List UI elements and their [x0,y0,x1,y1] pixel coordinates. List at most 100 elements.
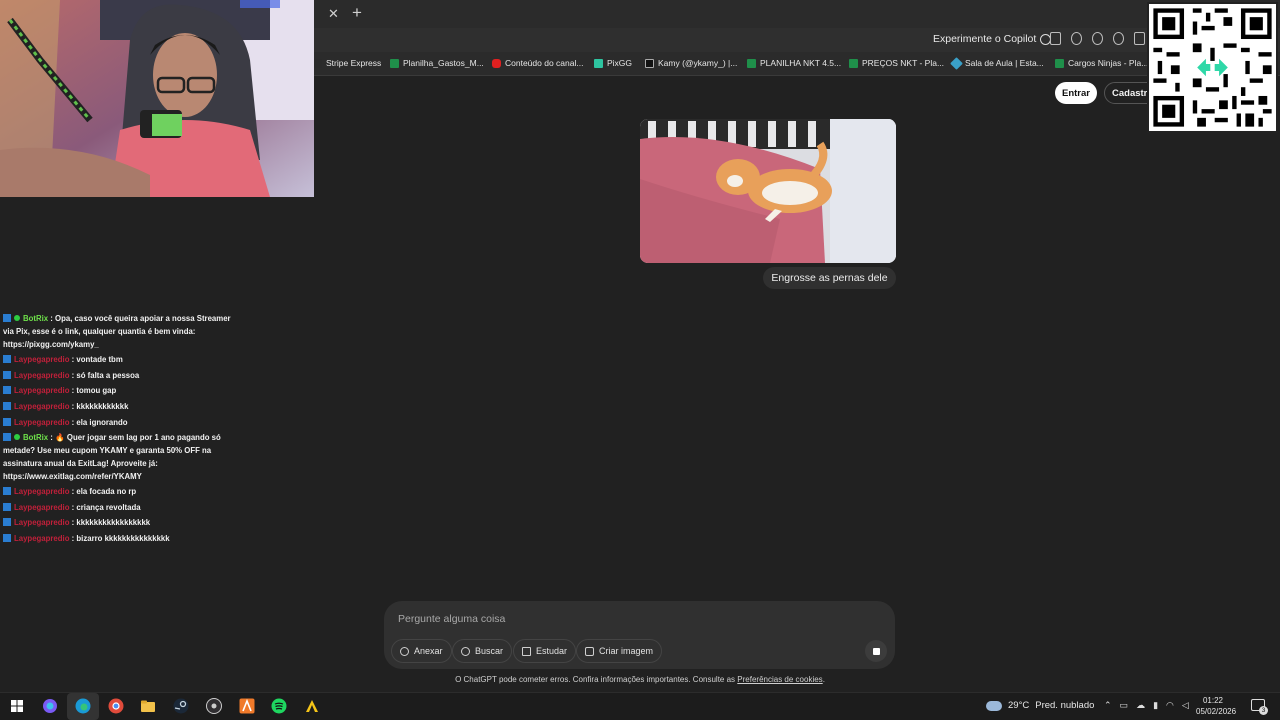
bot-icon [14,434,20,441]
user-message-bubble: Engrosse as pernas dele [763,267,896,289]
bookmark-planilha-gastos[interactable]: Planilha_Gastos_M... [390,58,484,68]
toolbar-icons [1050,32,1145,45]
app-yellow-icon[interactable] [303,697,321,715]
favorite-star-icon[interactable] [1092,32,1103,45]
copilot-label: Experimente o Copilot [933,33,1037,45]
sheets-icon [849,58,858,68]
estacio-icon [950,56,963,70]
image-icon [585,646,594,656]
search-button[interactable]: Buscar [452,639,513,663]
copilot-app-icon[interactable] [41,697,59,715]
windows-start-icon[interactable] [8,697,26,715]
clock-time: 01:22 [1202,696,1224,705]
badge-icon [3,401,11,410]
spotify-icon[interactable] [270,697,288,715]
chat-message: BotRix : Opa, caso você queira apoiar a … [3,314,231,349]
badge-icon [3,386,11,395]
cloud-sync-icon[interactable]: ☁ [1136,700,1145,711]
weather-description: Pred. nublado [1035,700,1095,711]
chat-message: Laypegapredio : kkkkkkkkkkkkkkkkk [3,517,243,530]
globe-icon [461,646,470,656]
edge-browser-icon[interactable] [74,697,92,715]
cookie-preferences-link[interactable]: Preferências de cookies [737,675,822,684]
attach-button[interactable]: Anexar [391,639,452,663]
book-icon [522,646,531,656]
badge-icon [3,487,11,496]
stream-chat: BotRix : Opa, caso você queira apoiar a … [3,313,243,549]
stripe-icon [313,58,322,68]
chat-message: Laypegapredio : vontade tbm [3,354,243,367]
chevron-up-icon[interactable]: ⌃ [1104,700,1112,711]
badge-icon [3,433,11,442]
weather-widget[interactable]: 29°C Pred. nublado [986,700,1094,711]
cloud-icon [986,700,1002,711]
extensions-icon[interactable] [1134,32,1145,45]
tiktok-icon [645,58,654,68]
sheets-icon [390,58,399,68]
pixgg-icon [594,58,603,68]
bookmark-planilha-nkt[interactable]: PLANILHA NKT 4.5... [747,58,841,68]
chat-message: Laypegapredio : só falta a pessoa [3,370,243,383]
bookmark-pixgg[interactable]: PixGG [594,58,632,68]
stop-button[interactable] [865,640,887,662]
new-tab-button[interactable]: + [352,3,362,23]
copilot-button[interactable]: Experimente o Copilot [933,33,1052,45]
file-explorer-icon[interactable] [139,697,157,715]
read-aloud-icon[interactable] [1071,32,1082,45]
badge-icon [3,314,11,322]
chat-message: Laypegapredio : kkkkkkkkkkkk [3,401,243,414]
prompt-composer[interactable]: Pergunte alguma coisa Anexar Buscar Estu… [384,601,895,669]
sheets-icon [1055,58,1064,68]
bookmark-cargos-ninjas[interactable]: Cargos Ninjas - Pla... [1055,58,1148,68]
bookmark-stripe[interactable]: Stripe Express [313,58,381,68]
chat-message: Laypegapredio : tomou gap [3,385,243,398]
badge-icon [3,417,11,426]
study-button[interactable]: Estudar [513,639,577,663]
refresh-icon[interactable] [1113,32,1124,45]
tab-close-icon[interactable]: ✕ [328,6,339,22]
badge-icon [3,533,11,542]
bookmark-sala-aula[interactable]: Sala de Aula | Esta... [950,56,1044,70]
create-image-button[interactable]: Criar imagem [576,639,663,663]
chat-message: Laypegapredio : ela ignorando [3,417,243,430]
prompt-input[interactable]: Pergunte alguma coisa [398,613,505,625]
system-clock[interactable]: 01:22 05/02/2026 [1196,695,1237,717]
wifi-icon[interactable]: ◠ [1166,700,1174,711]
stop-icon [872,647,880,655]
screen: ✕ + Experimente o Copilot Stripe Express… [0,0,1280,720]
cat-photo [640,119,896,263]
login-button[interactable]: Entrar [1055,82,1097,104]
obs-icon[interactable] [205,697,223,715]
chat-message: BotRix : 🔥 Quer jogar sem lag por 1 ano … [3,433,221,481]
system-tray: ⌃ ▭ ☁ ▮ ◠ ◁ [1104,700,1189,711]
chrome-icon[interactable] [107,697,125,715]
page-icon[interactable] [1050,32,1061,45]
webcam-feed [0,0,314,197]
badge-icon [3,370,11,379]
bookmark-tiktok[interactable]: Kamy (@ykamy_) |... [645,58,737,68]
uploaded-cat-image[interactable] [640,119,896,263]
badge-icon [3,502,11,511]
chat-message: Laypegapredio : criança revoltada [3,502,243,515]
disclaimer: O ChatGPT pode cometer erros. Confira in… [455,675,825,684]
volume-icon[interactable]: ◁ [1182,700,1189,711]
steam-icon[interactable] [172,697,190,715]
bookmark-youtube[interactable]: Conteúdo do canal... [492,58,583,68]
qr-code-graphic [1149,4,1276,131]
webcam-overlay [0,0,314,197]
microphone-icon[interactable]: ▮ [1153,700,1158,711]
badge-icon [3,355,11,364]
bookmark-precos-nkt[interactable]: PREÇOS NKT - Pla... [849,58,944,68]
youtube-icon [492,58,501,68]
bot-icon [14,315,20,321]
notification-count-badge: 3 [1259,706,1268,715]
network-icon[interactable]: ▭ [1120,700,1129,711]
paperclip-icon [400,646,409,656]
sheets-icon [747,58,756,68]
chat-message: Laypegapredio : ela focada no rp [3,486,243,499]
clock-date: 05/02/2026 [1196,707,1237,716]
badge-icon [3,518,11,527]
temperature: 29°C [1008,700,1030,711]
qr-code [1147,2,1278,133]
app-orange-icon[interactable] [238,697,256,715]
